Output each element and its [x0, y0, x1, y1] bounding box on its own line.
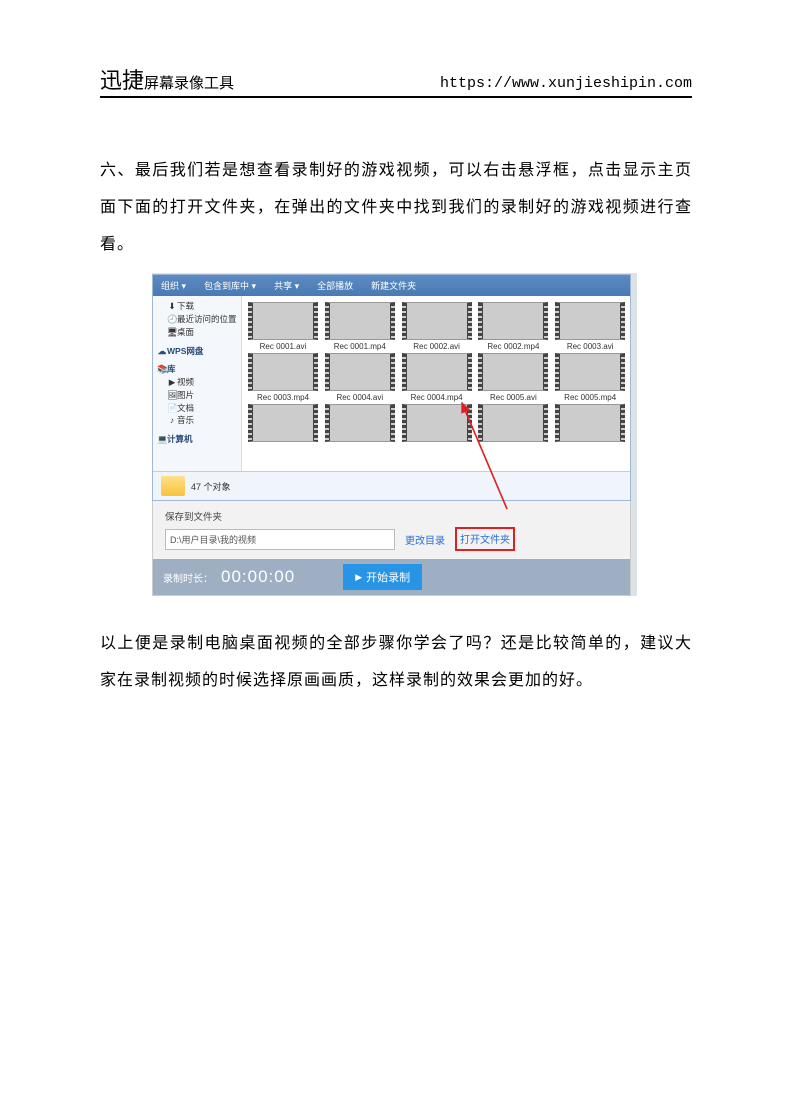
document-icon: 📄 [167, 402, 177, 415]
record-time: 00:00:00 [221, 567, 295, 587]
save-label: 保存到文件夹 [153, 501, 630, 527]
video-icon: ▶ [167, 376, 177, 389]
picture-icon: 🖼 [167, 389, 177, 402]
file-thumb[interactable] [248, 404, 318, 444]
side-computer[interactable]: 💻计算机 [157, 433, 241, 446]
explorer-sidebar: ⬇下载 🕘最近访问的位置 🖥桌面 ☁WPS网盘 📚库 ▶视频 🖼图片 📄文档 ♪… [153, 296, 242, 471]
side-recent[interactable]: 🕘最近访问的位置 [157, 313, 241, 326]
music-icon: ♪ [167, 414, 177, 427]
side-desktop[interactable]: 🖥桌面 [157, 326, 241, 339]
file-thumb[interactable]: Rec 0004.mp4 [402, 353, 472, 402]
file-thumb[interactable]: Rec 0005.avi [478, 353, 548, 402]
file-thumb[interactable]: Rec 0002.mp4 [478, 302, 548, 351]
library-icon: 📚 [157, 363, 167, 376]
side-document[interactable]: 📄文档 [157, 402, 241, 415]
path-input[interactable] [165, 529, 395, 550]
explorer-toolbar: 组织 ▾ 包含到库中 ▾ 共享 ▾ 全部播放 新建文件夹 [153, 275, 630, 296]
record-time-label: 录制时长： [163, 570, 213, 585]
paragraph-2: 以上便是录制电脑桌面视频的全部步骤你学会了吗？还是比较简单的，建议大家在录制视频… [100, 626, 692, 700]
file-thumb[interactable]: Rec 0001.avi [248, 302, 318, 351]
app-panel: 保存到文件夹 更改目录 打开文件夹 录制时长： 00:00:00 开始录制 [152, 501, 631, 596]
cloud-icon: ☁ [157, 345, 167, 358]
side-downloads[interactable]: ⬇下载 [157, 300, 241, 313]
record-bar: 录制时长： 00:00:00 开始录制 [153, 559, 630, 595]
side-wps[interactable]: ☁WPS网盘 [157, 345, 241, 358]
open-folder-link[interactable]: 打开文件夹 [460, 535, 510, 546]
side-picture[interactable]: 🖼图片 [157, 389, 241, 402]
file-thumb[interactable]: Rec 0004.avi [325, 353, 395, 402]
folder-icon [161, 476, 185, 496]
side-music[interactable]: ♪音乐 [157, 414, 241, 427]
tb-share[interactable]: 共享 ▾ [274, 279, 299, 292]
tb-newfolder[interactable]: 新建文件夹 [371, 279, 416, 292]
computer-icon: 💻 [157, 433, 167, 446]
explorer-status: 47 个对象 [153, 471, 630, 500]
tb-organize[interactable]: 组织 ▾ [161, 279, 186, 292]
file-thumb[interactable]: Rec 0005.mp4 [555, 353, 625, 402]
status-text: 47 个对象 [191, 480, 231, 493]
change-dir-link[interactable]: 更改目录 [405, 532, 445, 547]
tb-playall[interactable]: 全部播放 [317, 279, 353, 292]
page-header: 迅捷屏幕录像工具 https://www.xunjieshipin.com [100, 70, 692, 98]
paragraph-1: 六、最后我们若是想查看录制好的游戏视频，可以右击悬浮框，点击显示主页面下面的打开… [100, 153, 692, 263]
file-thumb[interactable] [555, 404, 625, 444]
file-thumb[interactable] [325, 404, 395, 444]
tb-include[interactable]: 包含到库中 ▾ [204, 279, 256, 292]
file-thumb[interactable] [478, 404, 548, 444]
file-thumb[interactable]: Rec 0001.mp4 [325, 302, 395, 351]
header-url: https://www.xunjieshipin.com [440, 75, 692, 92]
file-thumb[interactable] [402, 404, 472, 444]
file-thumb[interactable]: Rec 0003.avi [555, 302, 625, 351]
start-record-button[interactable]: 开始录制 [343, 564, 422, 590]
header-title: 迅捷屏幕录像工具 [100, 70, 234, 92]
download-icon: ⬇ [167, 300, 177, 313]
desktop-icon: 🖥 [167, 326, 177, 339]
file-thumb[interactable]: Rec 0002.avi [402, 302, 472, 351]
file-thumb[interactable]: Rec 0003.mp4 [248, 353, 318, 402]
explorer-grid: Rec 0001.aviRec 0001.mp4Rec 0002.aviRec … [242, 296, 630, 471]
recent-icon: 🕘 [167, 313, 177, 326]
screenshot: 组织 ▾ 包含到库中 ▾ 共享 ▾ 全部播放 新建文件夹 ⬇下载 🕘最近访问的位… [152, 273, 637, 596]
side-video[interactable]: ▶视频 [157, 376, 241, 389]
side-library[interactable]: 📚库 [157, 363, 241, 376]
explorer-window: 组织 ▾ 包含到库中 ▾ 共享 ▾ 全部播放 新建文件夹 ⬇下载 🕘最近访问的位… [152, 274, 631, 501]
